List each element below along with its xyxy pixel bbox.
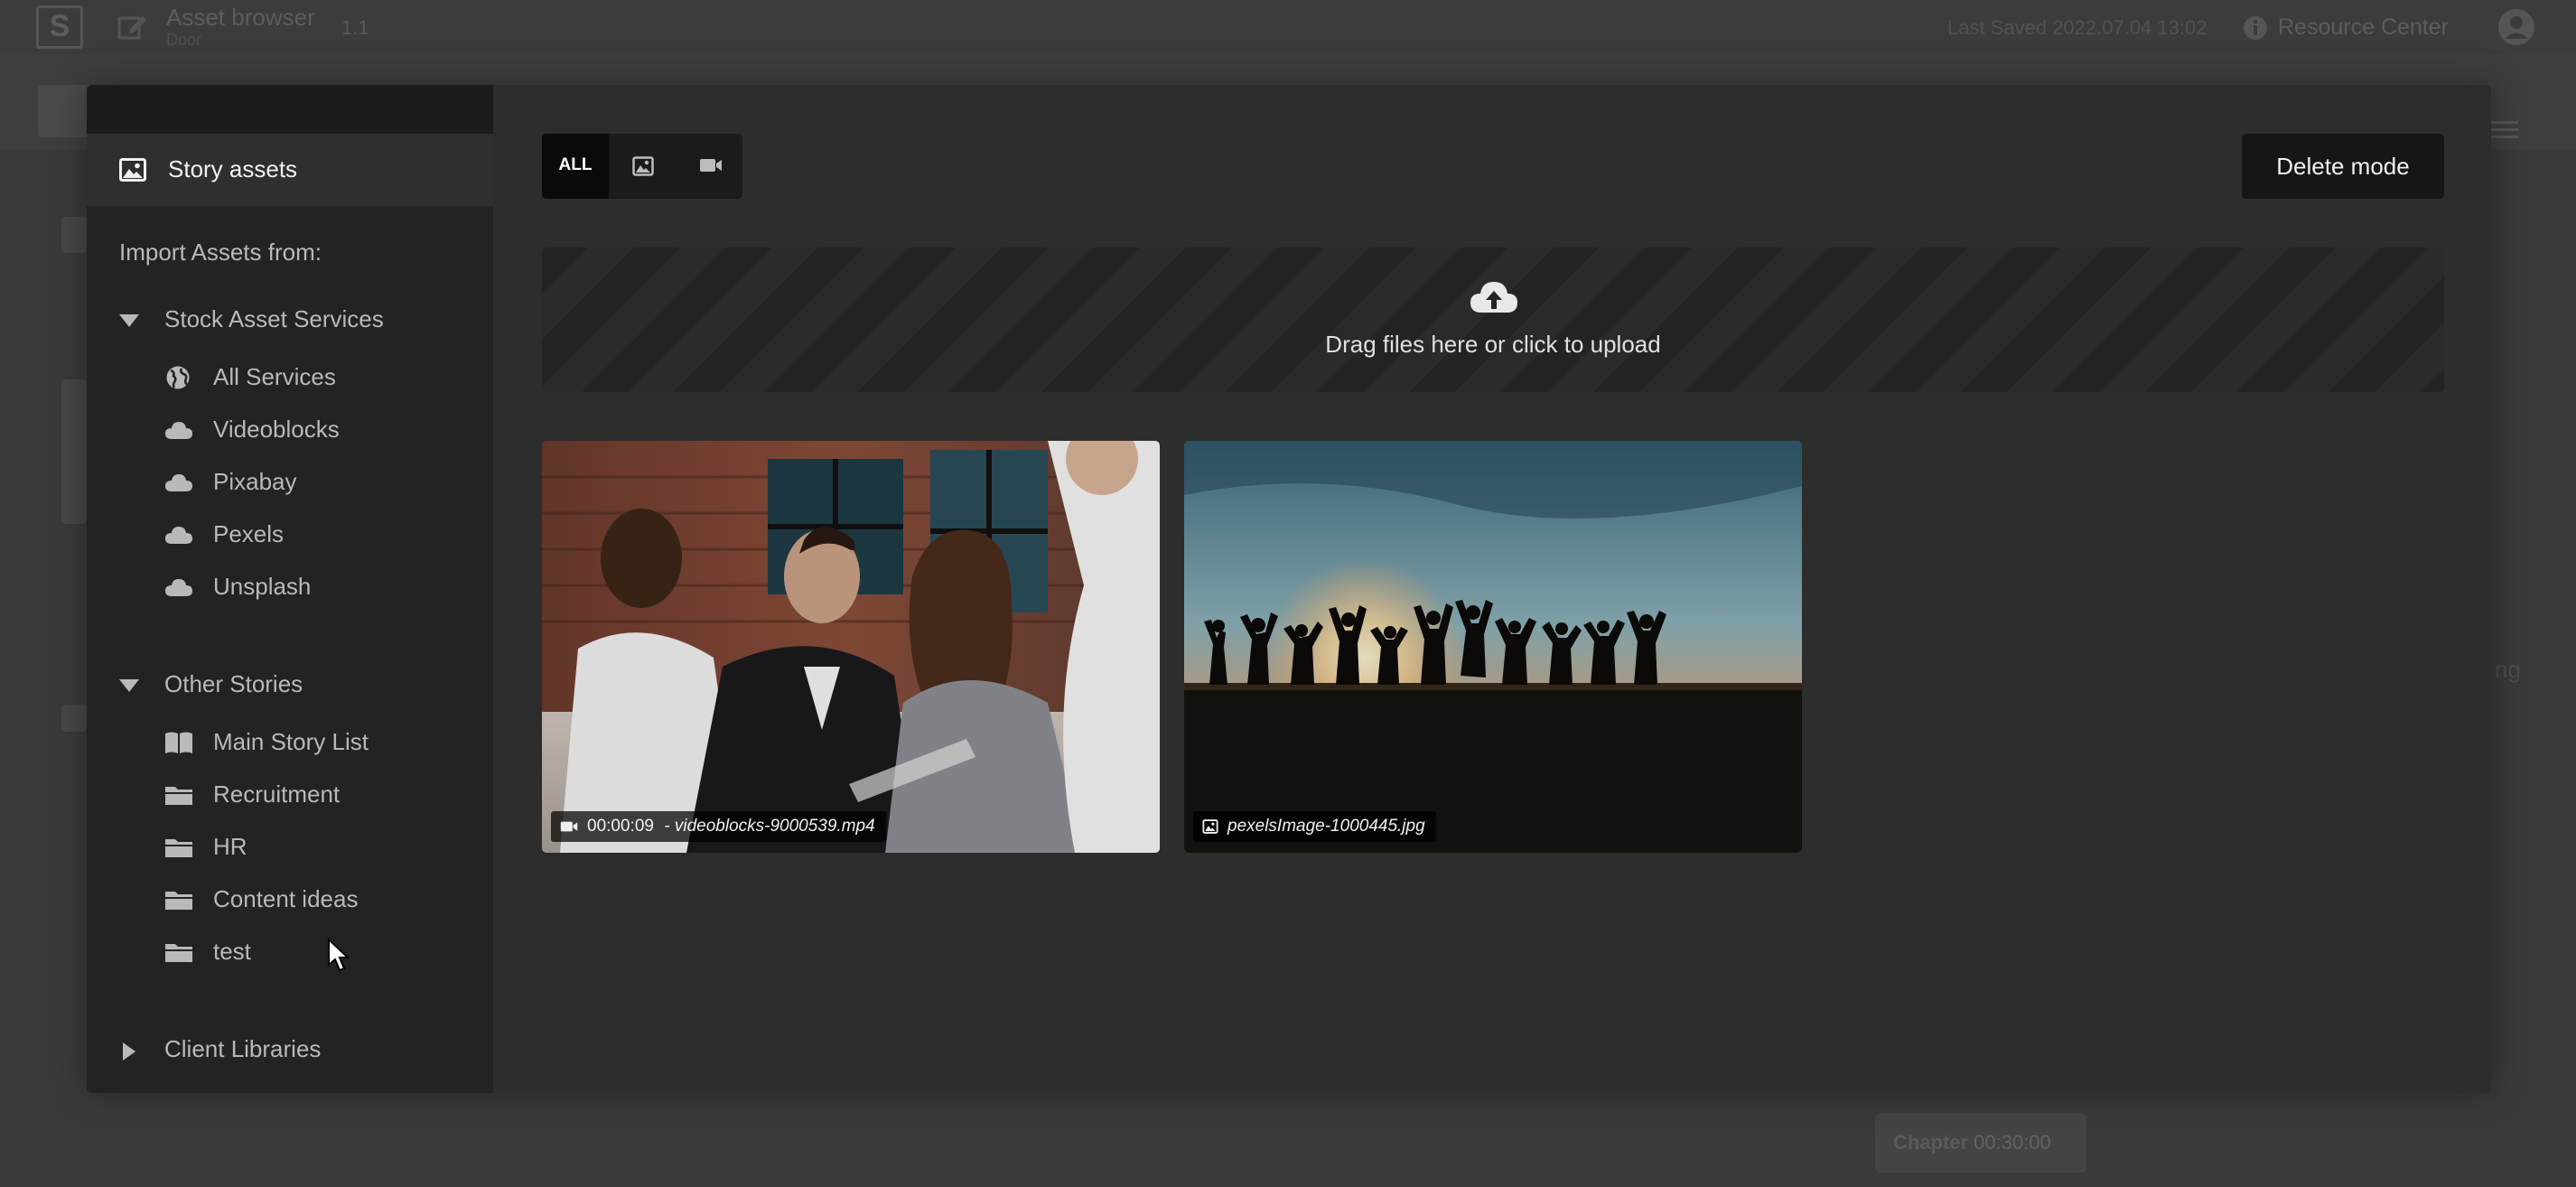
asset-duration: 00:00:09: [587, 817, 654, 836]
filter-all-button[interactable]: ALL: [542, 134, 609, 199]
edit-icon: [117, 16, 146, 40]
footer-value: 00:30:00: [1974, 1131, 2051, 1154]
background-fragment: [61, 379, 87, 524]
image-icon: [119, 158, 146, 182]
sidebar-item-label: HR: [213, 833, 247, 860]
story-subtitle: Door: [166, 31, 202, 49]
sidebar-item-videoblocks[interactable]: Videoblocks: [164, 412, 471, 448]
last-saved-text: Last Saved 2022.07.04 13:02: [1947, 16, 2207, 39]
folder-icon: [165, 787, 192, 805]
asset-caption: 00:00:09 - videoblocks-9000539.mp4: [551, 811, 886, 842]
sidebar-item-label: Content ideas: [213, 885, 359, 912]
asset-type-filter: ALL: [542, 134, 742, 199]
globe-icon: [166, 366, 190, 389]
sidebar-item-label: Pexels: [213, 520, 285, 547]
folder-icon: [165, 944, 192, 962]
sidebar-item-label: Main Story List: [213, 728, 369, 755]
cloud-upload-icon: [1470, 282, 1517, 313]
caret-right-icon: [123, 1042, 135, 1061]
background-top-bar: S Asset browser Door 1.1 Last Saved 2022…: [0, 0, 2576, 54]
upload-label: Drag files here or click to upload: [1325, 331, 1661, 358]
sidebar-item-test[interactable]: test: [164, 934, 471, 970]
background-toolbar-button: [38, 85, 92, 137]
sidebar-item-label: Unsplash: [213, 573, 312, 600]
image-icon: [632, 156, 654, 176]
upload-dropzone[interactable]: Drag files here or click to upload: [542, 248, 2444, 392]
folder-icon: [165, 839, 192, 857]
sidebar-item-label: test: [213, 938, 251, 965]
sidebar-item-unsplash[interactable]: Unsplash: [164, 569, 471, 605]
caret-down-icon: [119, 679, 139, 692]
sidebar-item-story-assets[interactable]: Story assets: [87, 134, 493, 206]
asset-filename: pexelsImage-1000445.jpg: [1227, 817, 1425, 836]
sidebar-top-strip: [87, 85, 493, 134]
section-label: Stock Asset Services: [164, 305, 384, 332]
import-assets-label: Import Assets from:: [119, 238, 322, 266]
user-avatar-icon: [2498, 9, 2534, 45]
sidebar-item-content-ideas[interactable]: Content ideas: [164, 882, 471, 918]
asset-caption: pexelsImage-1000445.jpg: [1193, 811, 1436, 842]
background-fragment: [61, 217, 87, 253]
sidebar-item-label: Pixabay: [213, 468, 297, 495]
filter-videos-button[interactable]: [676, 134, 742, 199]
caret-down-icon: [119, 314, 139, 327]
video-icon: [560, 821, 578, 832]
background-footer-button: Chapter 00:30:00: [1875, 1113, 2086, 1173]
background-fragment: [61, 705, 87, 732]
cloud-icon: [165, 422, 192, 439]
menu-icon: [2489, 121, 2518, 138]
sidebar-item-all-services[interactable]: All Services: [164, 360, 471, 396]
image-icon: [1202, 819, 1218, 834]
cloud-icon: [165, 527, 192, 544]
sidebar: Story assets Import Assets from: Stock A…: [87, 85, 493, 1093]
video-icon: [700, 159, 722, 172]
background-edge-text: ng: [2495, 656, 2521, 683]
asset-card-video[interactable]: 00:00:09 - videoblocks-9000539.mp4: [542, 441, 1160, 853]
asset-filename: videoblocks-9000539.mp4: [674, 817, 875, 836]
info-icon: [2244, 16, 2267, 40]
filter-images-button[interactable]: [609, 134, 676, 199]
sidebar-item-pixabay[interactable]: Pixabay: [164, 464, 471, 500]
book-icon: [165, 732, 192, 753]
image-thumbnail: [1184, 441, 1802, 853]
app-logo: S: [36, 5, 83, 49]
section-label: Other Stories: [164, 670, 303, 697]
sidebar-item-label: Videoblocks: [213, 416, 340, 443]
section-label: Client Libraries: [164, 1035, 322, 1062]
mouse-cursor-icon: [328, 938, 350, 972]
sidebar-item-main-story-list[interactable]: Main Story List: [164, 724, 471, 761]
sidebar-item-pexels[interactable]: Pexels: [164, 517, 471, 553]
sidebar-item-label: All Services: [213, 363, 336, 390]
video-thumbnail: [542, 441, 1160, 853]
cloud-icon: [165, 579, 192, 596]
asset-card-image[interactable]: pexelsImage-1000445.jpg: [1184, 441, 1802, 853]
footer-label: Chapter: [1893, 1131, 1969, 1154]
sidebar-item-hr[interactable]: HR: [164, 829, 471, 865]
delete-mode-button[interactable]: Delete mode: [2242, 134, 2444, 199]
filter-all-label: ALL: [558, 155, 593, 174]
sidebar-item-label: Recruitment: [213, 780, 341, 808]
folder-icon: [165, 892, 192, 910]
sidebar-item-recruitment[interactable]: Recruitment: [164, 777, 471, 813]
sidebar-header-label: Story assets: [168, 155, 298, 182]
resource-center-link: Resource Center: [2278, 14, 2449, 40]
story-title: Asset browser: [166, 4, 315, 31]
asset-separator: -: [658, 817, 675, 836]
asset-browser-modal: Story assets Import Assets from: Stock A…: [87, 85, 2491, 1093]
story-version: 1.1: [341, 16, 369, 39]
cloud-icon: [165, 474, 192, 491]
